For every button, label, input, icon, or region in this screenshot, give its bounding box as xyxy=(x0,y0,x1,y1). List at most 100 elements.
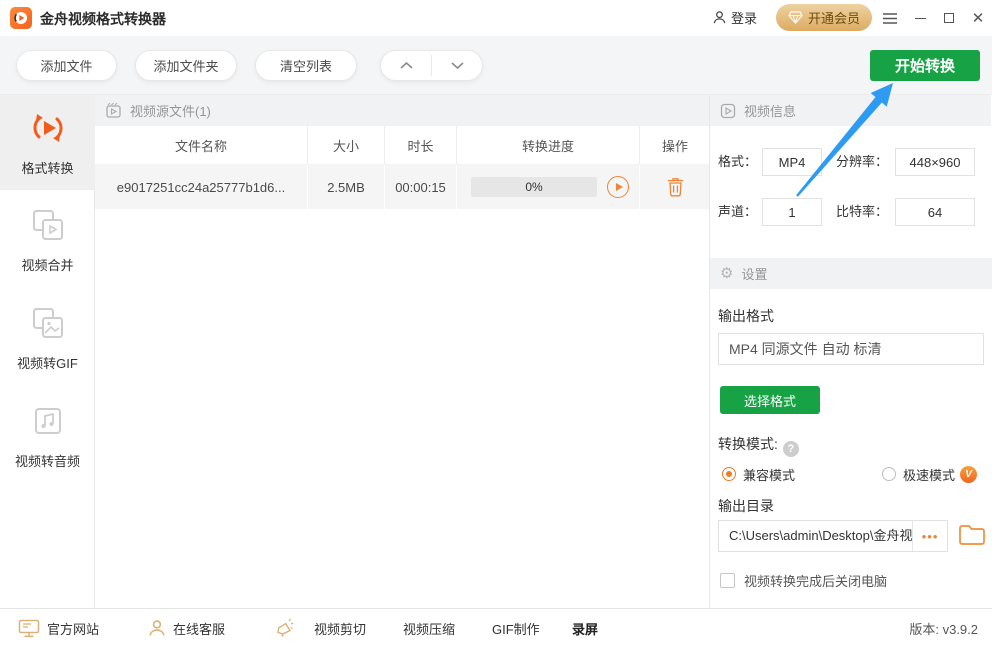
help-question-icon[interactable]: ? xyxy=(783,441,799,457)
video-cut-link[interactable]: 视频剪切 xyxy=(314,609,366,647)
play-file-button[interactable] xyxy=(607,176,629,198)
close-button[interactable]: ✕ xyxy=(964,0,992,36)
version-text: 版本: v3.9.2 xyxy=(909,609,978,647)
table-row[interactable]: e9017251cc24a25777b1d6... 2.5MB 00:00:15… xyxy=(95,165,710,209)
fast-mode-label: 极速模式 xyxy=(903,465,955,484)
video-info-title: 视频信息 xyxy=(744,101,796,120)
folder-icon xyxy=(958,523,986,547)
column-header-duration: 时长 xyxy=(385,126,457,164)
convert-mode-options: 兼容模式 极速模式 V xyxy=(722,464,984,484)
format-label: 格式： xyxy=(718,148,757,176)
login-button[interactable]: 登录 xyxy=(712,8,757,27)
toolbar: 添加文件 添加文件夹 清空列表 开始转换 xyxy=(0,36,992,95)
progress-value: 0% xyxy=(525,180,542,194)
file-list-title: 视频源文件(1) xyxy=(130,101,211,120)
output-dir-field[interactable]: C:\Users\admin\Desktop\金舟视 ••• xyxy=(718,520,948,552)
file-name-cell: e9017251cc24a25777b1d6... xyxy=(95,165,308,209)
user-icon xyxy=(712,10,727,25)
move-down-button[interactable] xyxy=(432,51,482,80)
resolution-label: 分辨率： xyxy=(836,148,888,176)
video-to-audio-icon xyxy=(28,401,68,441)
video-compress-label: 视频压缩 xyxy=(403,619,455,638)
sidebar-item-video-to-gif[interactable]: 视频转GIF xyxy=(0,288,95,386)
delete-trash-icon[interactable] xyxy=(666,177,685,197)
bitrate-field[interactable] xyxy=(895,198,975,226)
resolution-field[interactable] xyxy=(895,148,975,176)
sidebar-item-label: 视频转音频 xyxy=(15,451,80,470)
column-header-progress: 转换进度 xyxy=(457,126,640,164)
sidebar-item-video-to-audio[interactable]: 视频转音频 xyxy=(0,386,95,484)
screen-record-label: 录屏 xyxy=(572,619,598,638)
add-file-button[interactable]: 添加文件 xyxy=(16,50,117,81)
sidebar-item-label: 视频合并 xyxy=(21,255,73,274)
radio-compatible-mode[interactable] xyxy=(722,467,736,481)
format-convert-icon xyxy=(28,108,68,148)
video-source-icon xyxy=(105,102,122,119)
video-info-icon xyxy=(720,103,736,119)
file-duration-cell: 00:00:15 xyxy=(385,165,457,209)
vip-upgrade-button[interactable]: 开通会员 xyxy=(776,4,872,31)
bitrate-label: 比特率： xyxy=(836,198,888,226)
gif-maker-link[interactable]: GIF制作 xyxy=(492,609,540,647)
customer-service-icon xyxy=(148,619,166,637)
official-site-link[interactable]: 官方网站 xyxy=(18,609,99,647)
app-window: 金舟视频格式转换器 登录 开通会员 ✕ xyxy=(0,0,992,647)
shutdown-option: 视频转换完成后关闭电脑 xyxy=(720,571,887,590)
minimize-button[interactable] xyxy=(906,0,934,36)
bottom-bar: 官方网站 在线客服 视频剪切 视频压缩 GIF制作 录屏 版本: v3.9.2 xyxy=(0,608,992,647)
settings-header: ⚙ 设置 xyxy=(710,258,992,289)
convert-mode-label: 转换模式:? xyxy=(718,434,799,457)
app-logo-icon xyxy=(10,7,32,29)
online-service-label: 在线客服 xyxy=(173,619,225,638)
add-folder-button[interactable]: 添加文件夹 xyxy=(135,50,237,81)
shutdown-checkbox[interactable] xyxy=(720,573,735,588)
output-format-label: 输出格式 xyxy=(718,306,774,326)
convert-mode-text: 转换模式: xyxy=(718,436,778,452)
menu-button[interactable] xyxy=(876,0,904,36)
play-icon xyxy=(616,183,623,191)
sidebar-item-video-merge[interactable]: 视频合并 xyxy=(0,190,95,288)
column-header-size: 大小 xyxy=(308,126,385,164)
gif-maker-label: GIF制作 xyxy=(492,619,540,638)
clear-list-button[interactable]: 清空列表 xyxy=(255,50,357,81)
chevron-up-icon xyxy=(400,62,413,69)
gear-icon: ⚙ xyxy=(720,266,733,281)
output-dir-label: 输出目录 xyxy=(718,496,774,516)
choose-format-button[interactable]: 选择格式 xyxy=(720,386,820,414)
radio-fast-mode[interactable] xyxy=(882,467,896,481)
app-title: 金舟视频格式转换器 xyxy=(40,9,166,29)
reorder-button-group xyxy=(380,50,483,81)
file-size-cell: 2.5MB xyxy=(308,165,385,209)
output-dir-value: C:\Users\admin\Desktop\金舟视 xyxy=(719,521,912,551)
monitor-icon xyxy=(18,619,40,638)
maximize-button[interactable] xyxy=(935,0,963,36)
progress-bar: 0% xyxy=(471,177,597,197)
browse-dots-button[interactable]: ••• xyxy=(912,521,947,551)
chevron-down-icon xyxy=(451,62,464,69)
diamond-icon xyxy=(788,11,803,24)
move-up-button[interactable] xyxy=(381,51,431,80)
compatible-mode-label: 兼容模式 xyxy=(743,465,795,484)
video-compress-link[interactable]: 视频压缩 xyxy=(403,609,455,647)
video-info-header: 视频信息 xyxy=(710,95,991,126)
login-label: 登录 xyxy=(731,8,757,27)
channels-field[interactable] xyxy=(762,198,822,226)
action-cell xyxy=(640,165,710,209)
screen-record-link[interactable]: 录屏 xyxy=(572,609,598,647)
right-panel: 视频信息 格式： 分辨率： 声道： 比特率： ⚙ 设置 输出格式 选择格式 转换… xyxy=(709,95,991,608)
open-folder-button[interactable] xyxy=(958,523,986,552)
start-convert-button[interactable]: 开始转换 xyxy=(870,50,980,81)
column-header-action: 操作 xyxy=(640,126,710,164)
output-format-field[interactable] xyxy=(718,333,984,365)
sidebar-item-format-convert[interactable]: 格式转换 xyxy=(0,95,95,190)
online-service-link[interactable]: 在线客服 xyxy=(148,609,225,647)
settings-title: 设置 xyxy=(741,264,767,283)
video-merge-icon xyxy=(28,205,68,245)
info-row-1: 格式： 分辨率： xyxy=(710,148,992,176)
format-field[interactable] xyxy=(762,148,822,176)
vip-label: 开通会员 xyxy=(808,8,860,27)
column-header-name: 文件名称 xyxy=(95,126,308,164)
file-list-header: 视频源文件(1) xyxy=(95,95,710,126)
minimize-icon xyxy=(915,18,926,19)
title-bar: 金舟视频格式转换器 登录 开通会员 ✕ xyxy=(0,0,992,36)
